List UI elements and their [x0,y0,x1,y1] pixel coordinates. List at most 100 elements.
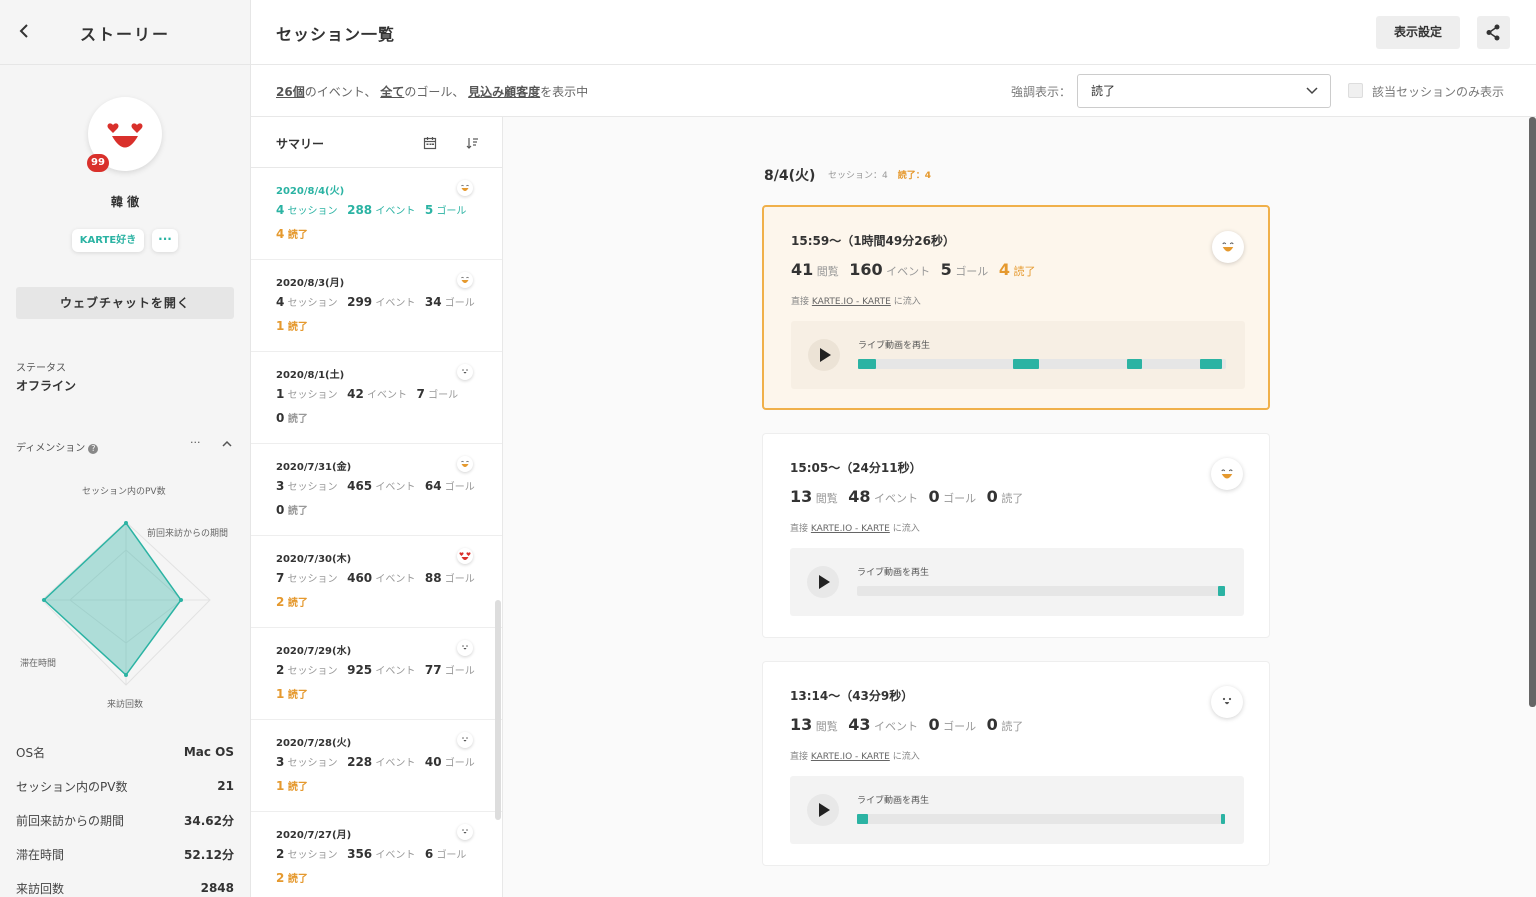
session-card[interactable]: 15:05〜（24分11秒） 13 閲覧 48 イベント 0 ゴール 0 読了 直接… [762,433,1270,638]
source-link[interactable]: KARTE.IO - KARTE [811,752,890,762]
session-timeline[interactable] [857,814,1225,824]
page-header: セッション一覧 表示設定 [251,0,1536,65]
session-unit: セッション [287,390,338,401]
session-timeline[interactable] [857,586,1225,596]
goal-unit: ゴール [428,390,459,401]
session-detail: 8/4(火) セッション：4 読了：4 15:59〜（1時間49分26秒） 41 閲… [503,117,1527,897]
play-label: ライブ動画を再生 [857,796,930,806]
session-card[interactable]: 15:59〜（1時間49分26秒） 41 閲覧 160 イベント 5 ゴール 4 … [762,205,1270,410]
day-counts: 4 セッション 288 イベント 5 ゴール [276,202,466,217]
day-session-count: セッション：4 [828,171,888,181]
goal-count: 5 [424,203,434,217]
day-summary-item[interactable]: 2020/8/4(火) 4 セッション 288 イベント 5 ゴール 4 読了 [251,168,502,260]
session-timeline[interactable] [858,359,1226,369]
session-card[interactable]: 13:14〜（43分9秒） 13 閲覧 43 イベント 0 ゴール 0 読了 直接 … [762,661,1270,866]
goal-unit: ゴール [444,758,475,769]
day-summary-item[interactable]: 2020/8/1(土) 1 セッション 42 イベント 7 ゴール 0 読了 [251,352,502,444]
event-unit: イベント [375,574,416,585]
only-matching-checkbox[interactable] [1348,83,1363,98]
only-matching-label[interactable]: 該当セッションのみ表示 [1372,83,1504,100]
stat-row: セッション内のPV数 21 [16,769,234,803]
summary-list: サマリー 2020/8/4(火) 4 セッション 288 イベント 5 ゴール 4 … [251,117,503,897]
read-count: 1 [276,319,285,333]
love-face-icon [107,123,143,148]
highlight-select[interactable]: 読了 [1077,74,1331,108]
session-counts: 41 閲覧 160 イベント 5 ゴール 4 読了 [791,260,1035,279]
goal-unit: ゴール [444,482,475,493]
read-unit: 読了 [287,230,308,241]
status-label: ステータス [16,363,66,374]
dimension-stats: OS名 Mac OS セッション内のPV数 21 前回来訪からの期間 34.62分 滞… [16,735,234,897]
play-button[interactable] [807,566,839,598]
day-summary-item[interactable]: 2020/7/28(火) 3 セッション 228 イベント 40 ゴール 1 読了 [251,720,502,812]
filter-text: のイベント、 [304,85,377,99]
session-time: 15:59〜（1時間49分26秒） [791,234,955,248]
radar-label-bottom: 来訪回数 [107,700,144,710]
goal-unit: ゴール [444,298,475,309]
play-button[interactable] [808,339,840,371]
goal-count: 34 [424,295,442,309]
calendar-icon[interactable] [423,136,437,150]
event-count: 465 [347,479,373,493]
source-link[interactable]: KARTE.IO - KARTE [812,297,891,307]
day-date: 2020/8/3(月) [276,278,345,289]
filter-summary: 26個のイベント、 全てのゴール、 見込み顧客度を表示中 [276,83,588,100]
session-unit: セッション [287,482,338,493]
day-date: 2020/7/27(月) [276,830,352,841]
day-summary-item[interactable]: 2020/7/27(月) 2 セッション 356 イベント 6 ゴール 2 読了 [251,812,502,897]
display-settings-button[interactable]: 表示設定 [1376,16,1460,49]
read-unit: 読了 [287,414,308,425]
read-unit: 読了 [287,598,308,609]
event-count: 160 [849,260,883,279]
play-button[interactable] [807,794,839,826]
open-webchat-button[interactable]: ウェブチャットを開く [16,287,234,319]
radar-point [179,598,183,602]
source-link[interactable]: KARTE.IO - KARTE [811,524,890,534]
chevron-down-icon [1306,87,1318,95]
timeline-segment [1127,359,1142,369]
goals-filter-link[interactable]: 全て [380,85,404,99]
events-filter-link[interactable]: 26個 [276,85,305,99]
session-time: 15:05〜（24分11秒） [790,461,922,475]
play-label: ライブ動画を再生 [857,568,930,578]
session-counts: 13 閲覧 43 イベント 0 ゴール 0 読了 [790,715,1023,734]
chevron-up-icon[interactable] [220,437,234,451]
day-summary-item[interactable]: 2020/8/3(月) 4 セッション 299 イベント 34 ゴール 1 読了 [251,260,502,352]
user-tag[interactable]: KARTE好き [72,229,144,252]
status-value: オフライン [16,379,77,393]
event-unit: イベント [874,492,919,505]
detail-scrollbar[interactable] [1529,117,1536,707]
segment-filter-link[interactable]: 見込み顧客度 [468,85,540,99]
more-tags-button[interactable]: ··· [152,229,178,252]
radar-label-left: 滞在時間 [20,659,57,669]
session-count: 3 [276,479,285,493]
summary-scrollbar[interactable] [495,600,501,820]
view-unit: 閲覧 [815,720,838,733]
day-summary-item[interactable]: 2020/7/31(金) 3 セッション 465 イベント 64 ゴール 0 読了 [251,444,502,536]
stat-label: 滞在時間 [16,847,65,862]
read-count: 2 [276,871,285,885]
stat-value: 21 [217,779,234,793]
neutral-face-icon [457,640,473,656]
read-count: 4 [276,227,285,241]
timeline-segment [857,814,868,824]
stat-row: OS名 Mac OS [16,735,234,769]
dimension-more-button[interactable]: ··· [190,436,201,449]
share-button[interactable] [1477,16,1510,49]
goal-count: 88 [424,571,442,585]
radar-area [42,521,182,677]
source-prefix: 直接 [791,297,810,307]
filter-text: のゴール、 [404,85,465,99]
profile-header: ストーリー [0,0,250,65]
sort-icon[interactable] [465,136,479,150]
day-summary-item[interactable]: 2020/7/30(木) 7 セッション 460 イベント 88 ゴール 2 読了 [251,536,502,628]
session-reads: 0 読了 [987,715,1024,734]
session-count: 4 [276,295,285,309]
day-date: 2020/7/29(水) [276,646,352,657]
session-unit: セッション [287,206,338,217]
help-icon[interactable]: ? [88,444,99,454]
day-counts: 7 セッション 460 イベント 88 ゴール [276,570,475,585]
goal-count: 64 [424,479,442,493]
radar-label-right: 前回来訪からの期間 [147,529,229,539]
day-summary-item[interactable]: 2020/7/29(水) 2 セッション 925 イベント 77 ゴール 1 読了 [251,628,502,720]
